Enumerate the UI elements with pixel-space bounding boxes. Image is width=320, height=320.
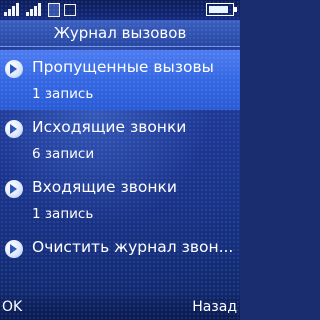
bullet-arrow-icon [5,60,23,78]
menu-item-count: 1 запись [32,206,94,222]
phone-screen: Журнал вызовов Пропущенные вызовы 1 запи… [0,0,240,320]
menu-item-count: 6 записи [32,146,95,162]
menu-item-label: Входящие звонки [32,178,177,196]
menu-item-outgoing-calls[interactable]: Исходящие звонки 6 записи [0,110,240,170]
menu-item-incoming-calls[interactable]: Входящие звонки 1 запись [0,170,240,230]
battery-icon [206,3,237,16]
battery-level-fill [209,6,228,13]
back-softkey[interactable]: Назад [192,299,237,315]
menu-list: Пропущенные вызовы 1 запись Исходящие зв… [0,50,240,290]
bullet-arrow-icon [5,180,23,198]
bullet-arrow-icon [5,120,23,138]
menu-item-label: Очистить журнал звон... [32,238,234,256]
menu-item-label: Пропущенные вызовы [32,58,214,76]
sim-icon [48,3,60,17]
message-icon [64,4,76,16]
menu-item-missed-calls[interactable]: Пропущенные вызовы 1 запись [0,50,240,110]
signal-icon [4,2,20,16]
title-bar: Журнал вызовов [0,20,240,47]
bullet-arrow-icon [5,240,23,258]
menu-item-count: 1 запись [32,86,94,102]
page-title: Журнал вызовов [53,24,187,42]
menu-item-clear-log[interactable]: Очистить журнал звон... [0,230,240,290]
menu-item-label: Исходящие звонки [32,118,187,136]
softkey-bar: OK Назад [0,296,240,320]
ok-softkey[interactable]: OK [2,299,22,315]
status-bar [0,0,240,20]
signal-2-icon [26,2,42,16]
